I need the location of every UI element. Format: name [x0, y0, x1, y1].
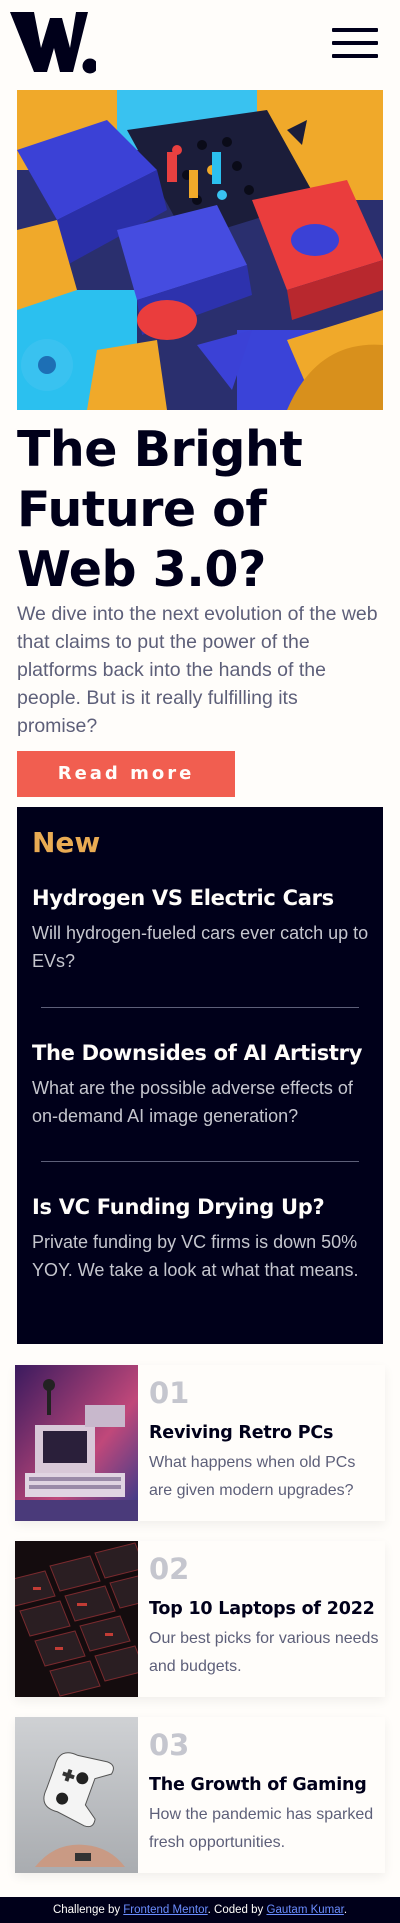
hero-title: The Bright Future of Web 3.0?: [17, 421, 303, 598]
footer: Challenge by Frontend Mentor. Coded by G…: [0, 1897, 400, 1923]
article-card: 01 Reviving Retro PCs What happens when …: [15, 1365, 385, 1521]
card-title[interactable]: The Growth of Gaming: [149, 1772, 379, 1798]
author-link[interactable]: Gautam Kumar: [267, 1904, 344, 1916]
read-more-button[interactable]: Read more: [17, 751, 235, 797]
new-item-title[interactable]: The Downsides of AI Artistry: [32, 1037, 372, 1069]
new-item-description: Private funding by VC firms is down 50% …: [32, 1232, 359, 1280]
new-item-title[interactable]: Hydrogen VS Electric Cars: [32, 882, 372, 914]
divider: [41, 1007, 359, 1008]
new-section-title: New: [32, 826, 101, 859]
article-card: 02 Top 10 Laptops of 2022 Our best picks…: [15, 1541, 385, 1697]
hamburger-menu-icon[interactable]: [332, 28, 378, 60]
new-item-title[interactable]: Is VC Funding Drying Up?: [32, 1191, 372, 1223]
laptop-keyboard-image: [15, 1541, 138, 1697]
article-card: 03 The Growth of Gaming How the pandemic…: [15, 1717, 385, 1873]
footer-text: . Coded by: [207, 1904, 267, 1916]
footer-text: Challenge by: [52, 1904, 124, 1916]
card-title[interactable]: Top 10 Laptops of 2022: [149, 1596, 379, 1622]
footer-text: .: [343, 1904, 348, 1916]
new-item-description: What are the possible adverse effects of…: [32, 1078, 353, 1126]
divider: [41, 1161, 359, 1162]
header: [0, 0, 400, 90]
new-item-description: Will hydrogen-fueled cars ever catch up …: [32, 923, 369, 971]
card-description: Our best picks for various needs and bud…: [149, 1630, 379, 1675]
retro-pc-image: [15, 1365, 138, 1521]
card-number: 03: [149, 1728, 190, 1762]
frontend-mentor-link[interactable]: Frontend Mentor: [123, 1904, 207, 1916]
hero-intro: We dive into the next evolution of the w…: [17, 603, 378, 737]
hero-image: [17, 90, 383, 410]
card-number: 02: [149, 1552, 190, 1586]
card-description: What happens when old PCs are given mode…: [149, 1454, 356, 1499]
card-number: 01: [149, 1376, 190, 1410]
card-description: How the pandemic has sparked fresh oppor…: [149, 1806, 374, 1851]
new-section: New Hydrogen VS Electric Cars Will hydro…: [17, 807, 383, 1344]
gaming-controller-image: [15, 1717, 138, 1873]
card-title[interactable]: Reviving Retro PCs: [149, 1420, 379, 1446]
logo[interactable]: [10, 12, 96, 74]
